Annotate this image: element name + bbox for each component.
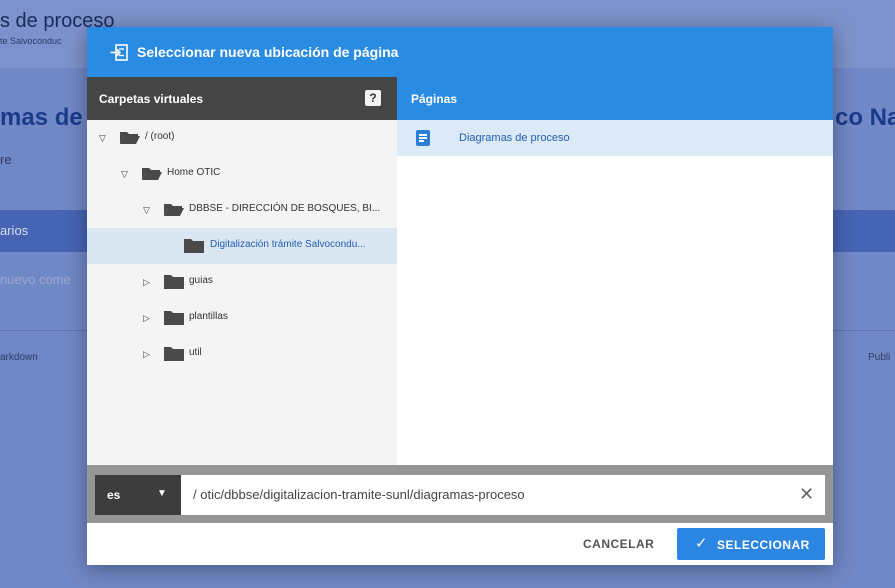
folder-open-icon [120,132,140,144]
tree-item-dbbse[interactable]: ▽ DBBSE - DIRECCIÓN DE BOSQUES, BI... [87,192,397,228]
select-location-dialog: Seleccionar nueva ubicación de página Ca… [87,27,833,565]
document-icon [416,130,430,146]
locale-select[interactable]: es ▼ [95,475,181,515]
expand-toggle-icon[interactable]: ▽ [143,205,150,215]
page-item-label: Diagramas de proceso [459,132,570,144]
tree-item-label: util [189,347,202,358]
folder-icon [164,347,184,361]
locale-value: es [107,488,121,502]
path-input-value: / otic/dbbse/digitalizacion-tramite-sunl… [193,487,525,502]
folder-icon [164,275,184,289]
tree-item-label: Digitalización trámite Salvocondu... [210,239,366,250]
folder-icon [184,239,204,253]
background-comment-input: nuevo come [0,272,71,287]
page-item-diagramas[interactable]: Diagramas de proceso [397,120,833,156]
pages-panel: Páginas Diagramas de proceso [397,77,833,465]
expand-toggle-icon[interactable]: ▷ [143,349,150,359]
expand-toggle-icon[interactable]: ▷ [143,313,150,323]
folder-open-icon [142,168,162,180]
move-page-icon [110,44,128,61]
tree-item-guias[interactable]: ▷ guias [87,264,397,300]
check-icon: ✓ [695,535,708,552]
expand-toggle-icon[interactable]: ▽ [121,169,128,179]
virtual-folders-panel: Carpetas virtuales ? ▽ / (root) ▽ Home O… [87,77,397,465]
dialog-title: Seleccionar nueva ubicación de página [137,44,399,60]
background-subtitle: te Salvoconduc [0,36,62,46]
background-text: re [0,152,12,167]
dialog-footer: CANCELAR ✓ SELECCIONAR [87,523,833,565]
tree-item-root[interactable]: ▽ / (root) [87,120,397,156]
help-icon[interactable]: ? [365,90,381,106]
chevron-down-icon: ▼ [157,488,167,499]
tree-item-home-otic[interactable]: ▽ Home OTIC [87,156,397,192]
cancel-button[interactable]: CANCELAR [583,537,654,551]
background-heading-right: co Na [835,104,895,131]
select-button[interactable]: ✓ SELECCIONAR [677,528,825,560]
tree-item-label: guias [189,275,213,286]
folder-open-icon [164,204,184,216]
tree-item-digitalizacion[interactable]: Digitalización trámite Salvocondu... [87,228,397,264]
path-input[interactable]: / otic/dbbse/digitalizacion-tramite-sunl… [181,475,825,515]
pages-header-label: Páginas [411,92,458,106]
folder-icon [164,311,184,325]
folders-header-label: Carpetas virtuales [99,92,204,106]
tree-item-util[interactable]: ▷ util [87,336,397,372]
folders-header: Carpetas virtuales ? [87,77,397,120]
expand-toggle-icon[interactable]: ▷ [143,277,150,287]
tree-item-label: plantillas [189,311,228,322]
pages-header: Páginas [397,77,833,120]
background-markdown-label: arkdown [0,352,38,363]
background-bar-text: arios [0,223,29,238]
background-heading-left: mas de [0,104,83,131]
tree-item-label: Home OTIC [167,167,221,178]
path-bar: es ▼ / otic/dbbse/digitalizacion-tramite… [87,465,833,523]
tree-item-plantillas[interactable]: ▷ plantillas [87,300,397,336]
select-button-label: SELECCIONAR [717,538,810,552]
background-publish-label: Publi [868,352,891,363]
dialog-header: Seleccionar nueva ubicación de página [87,27,833,77]
close-icon[interactable]: ✕ [799,484,814,504]
expand-toggle-icon[interactable]: ▽ [99,133,106,143]
tree-item-label: / (root) [145,131,175,142]
tree-item-label: DBBSE - DIRECCIÓN DE BOSQUES, BI... [189,203,381,214]
